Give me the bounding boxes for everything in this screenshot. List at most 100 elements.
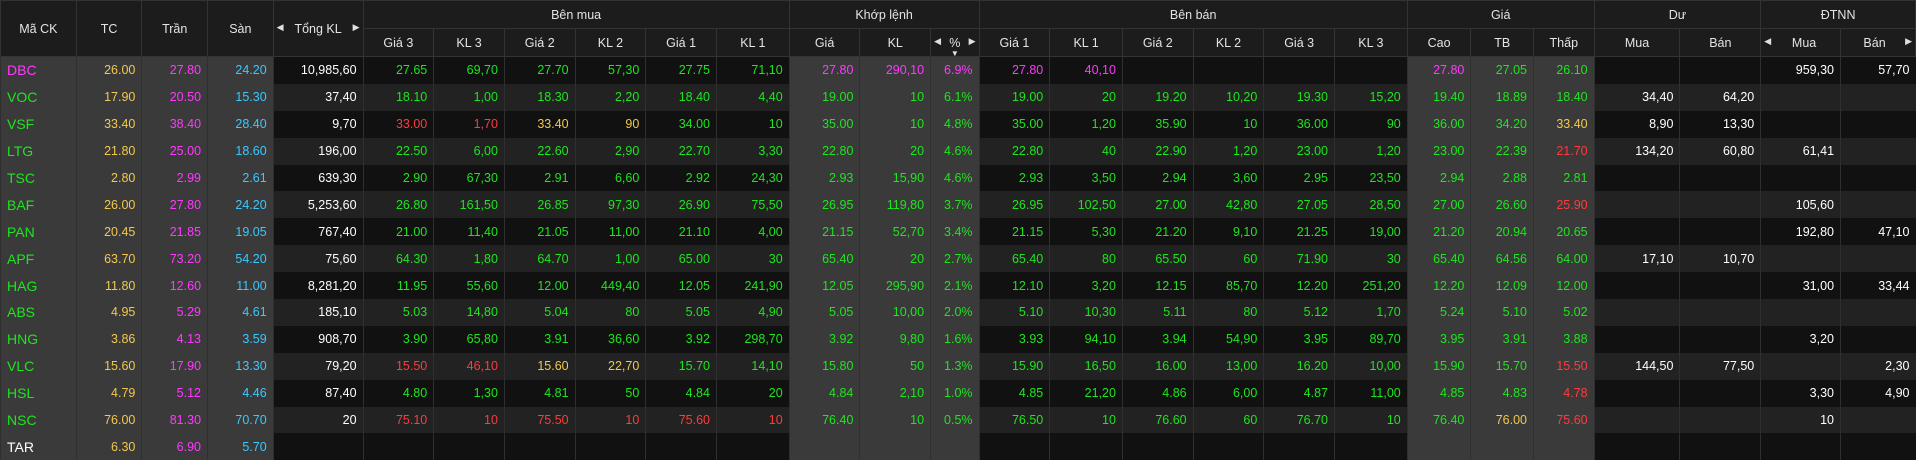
- cell-buy-kl2: 80: [575, 299, 646, 326]
- header-ma-ck[interactable]: Mã CK: [1, 1, 77, 57]
- scroll-right-icon[interactable]: ▶: [353, 22, 360, 33]
- subheader-sell-kl3[interactable]: KL 3: [1335, 29, 1408, 57]
- subheader-buy-gia3[interactable]: Giá 3: [363, 29, 434, 57]
- subheader-sell-kl2[interactable]: KL 2: [1193, 29, 1264, 57]
- cell-du-mua: [1594, 191, 1680, 218]
- cell-san: 18.60: [208, 138, 274, 165]
- table-row[interactable]: HSL4.795.124.4687,404.801,304.81504.8420…: [1, 380, 1916, 407]
- subheader-tb[interactable]: TB: [1471, 29, 1534, 57]
- cell-match-pct: 4.6%: [931, 138, 979, 165]
- subheader-buy-gia2[interactable]: Giá 2: [504, 29, 575, 57]
- subheader-sell-gia2[interactable]: Giá 2: [1122, 29, 1193, 57]
- cell-symbol[interactable]: LTG: [1, 138, 77, 165]
- cell-cao: 27.00: [1407, 191, 1471, 218]
- cell-match-gia: 2.93: [789, 165, 860, 192]
- cell-symbol[interactable]: VOC: [1, 84, 77, 111]
- dtnn-right-icon[interactable]: ▶: [1905, 36, 1912, 47]
- cell-thap: 75.60: [1533, 407, 1594, 434]
- subheader-dtnn-mua[interactable]: ◀ Mua: [1761, 29, 1841, 57]
- cell-buy-kl3: 10: [434, 407, 505, 434]
- cell-symbol[interactable]: ABS: [1, 299, 77, 326]
- cell-cao: 65.40: [1407, 245, 1471, 272]
- cell-symbol[interactable]: TSC: [1, 165, 77, 192]
- table-row[interactable]: VSF33.4038.4028.409,7033.001,7033.409034…: [1, 111, 1916, 138]
- cell-symbol[interactable]: TAR: [1, 433, 77, 460]
- table-row[interactable]: LTG21.8025.0018.60196,0022.506,0022.602,…: [1, 138, 1916, 165]
- cell-match-pct: 4.6%: [931, 165, 979, 192]
- table-row[interactable]: HAG11.8012.6011.008,281,2011.9555,6012.0…: [1, 272, 1916, 299]
- header-tran[interactable]: Trần: [142, 1, 208, 57]
- table-row[interactable]: DBC26.0027.8024.2010,985,6027.6569,7027.…: [1, 57, 1916, 84]
- header-san[interactable]: Sàn: [208, 1, 274, 57]
- subheader-du-ban[interactable]: Bán: [1680, 29, 1761, 57]
- cell-buy-kl1: 10: [716, 111, 789, 138]
- table-row[interactable]: TAR6.306.905.70: [1, 433, 1916, 460]
- cell-buy-gia2: 26.85: [504, 191, 575, 218]
- table-row[interactable]: ABS4.955.294.61185,105.0314,805.04805.05…: [1, 299, 1916, 326]
- header-tong-kl[interactable]: ◀ Tổng KL ▶: [273, 1, 363, 57]
- cell-symbol[interactable]: DBC: [1, 57, 77, 84]
- cell-buy-kl3: [434, 433, 505, 460]
- cell-symbol[interactable]: NSC: [1, 407, 77, 434]
- cell-tran: 5.12: [142, 380, 208, 407]
- pct-left-icon[interactable]: ◀: [934, 36, 941, 47]
- table-row[interactable]: HNG3.864.133.59908,703.9065,803.9136,603…: [1, 326, 1916, 353]
- cell-match-kl: 20: [860, 245, 931, 272]
- cell-buy-gia3: 15.50: [363, 353, 434, 380]
- cell-du-ban: 13,30: [1680, 111, 1761, 138]
- cell-tran: 17.90: [142, 353, 208, 380]
- cell-symbol[interactable]: HAG: [1, 272, 77, 299]
- cell-symbol[interactable]: BAF: [1, 191, 77, 218]
- scroll-left-icon[interactable]: ◀: [277, 22, 284, 33]
- subheader-du-mua[interactable]: Mua: [1594, 29, 1680, 57]
- cell-san: 2.61: [208, 165, 274, 192]
- table-row[interactable]: VLC15.6017.9013.3079,2015.5046,1015.6022…: [1, 353, 1916, 380]
- sort-down-icon[interactable]: ▼: [951, 49, 959, 58]
- subheader-dtnn-ban[interactable]: Bán ▶: [1841, 29, 1916, 57]
- cell-san: 54.20: [208, 245, 274, 272]
- cell-tong-kl: 75,60: [273, 245, 363, 272]
- table-row[interactable]: VOC17.9020.5015.3037,4018.101,0018.302,2…: [1, 84, 1916, 111]
- cell-symbol[interactable]: HSL: [1, 380, 77, 407]
- cell-sell-gia2: 22.90: [1122, 138, 1193, 165]
- table-row[interactable]: TSC2.802.992.61639,302.9067,302.916,602.…: [1, 165, 1916, 192]
- cell-sell-gia2: 19.20: [1122, 84, 1193, 111]
- dtnn-left-icon[interactable]: ◀: [1764, 36, 1771, 47]
- subheader-buy-kl1[interactable]: KL 1: [716, 29, 789, 57]
- cell-buy-kl3: 6,00: [434, 138, 505, 165]
- subheader-buy-gia1[interactable]: Giá 1: [646, 29, 717, 57]
- header-ben-mua: Bên mua: [363, 1, 789, 29]
- cell-sell-kl1: 10,30: [1050, 299, 1123, 326]
- subheader-sell-gia3[interactable]: Giá 3: [1264, 29, 1335, 57]
- subheader-buy-kl2[interactable]: KL 2: [575, 29, 646, 57]
- cell-sell-kl2: 80: [1193, 299, 1264, 326]
- cell-symbol[interactable]: PAN: [1, 218, 77, 245]
- cell-symbol[interactable]: APF: [1, 245, 77, 272]
- cell-sell-kl2: 42,80: [1193, 191, 1264, 218]
- cell-symbol[interactable]: HNG: [1, 326, 77, 353]
- cell-buy-gia3: 5.03: [363, 299, 434, 326]
- table-row[interactable]: PAN20.4521.8519.05767,4021.0011,4021.051…: [1, 218, 1916, 245]
- header-tc[interactable]: TC: [76, 1, 142, 57]
- subheader-buy-kl3[interactable]: KL 3: [434, 29, 505, 57]
- pct-right-icon[interactable]: ▶: [969, 36, 976, 47]
- subheader-match-kl[interactable]: KL: [860, 29, 931, 57]
- cell-sell-kl1: 40,10: [1050, 57, 1123, 84]
- subheader-sell-gia1[interactable]: Giá 1: [979, 29, 1050, 57]
- subheader-match-pct[interactable]: ◀ % ▶ ▼: [931, 29, 979, 57]
- cell-buy-kl1: 30: [716, 245, 789, 272]
- cell-symbol[interactable]: VSF: [1, 111, 77, 138]
- table-row[interactable]: NSC76.0081.3070.702075.101075.501075.601…: [1, 407, 1916, 434]
- table-row[interactable]: APF63.7073.2054.2075,6064.301,8064.701,0…: [1, 245, 1916, 272]
- cell-match-pct: 2.1%: [931, 272, 979, 299]
- subheader-match-gia[interactable]: Giá: [789, 29, 860, 57]
- cell-match-kl: 10,00: [860, 299, 931, 326]
- subheader-sell-kl1[interactable]: KL 1: [1050, 29, 1123, 57]
- subheader-cao[interactable]: Cao: [1407, 29, 1471, 57]
- subheader-thap[interactable]: Thấp: [1533, 29, 1594, 57]
- table-row[interactable]: BAF26.0027.8024.205,253,6026.80161,5026.…: [1, 191, 1916, 218]
- cell-symbol[interactable]: VLC: [1, 353, 77, 380]
- cell-buy-kl1: 4,00: [716, 218, 789, 245]
- cell-sell-gia3: 2.95: [1264, 165, 1335, 192]
- cell-buy-gia2: 27.70: [504, 57, 575, 84]
